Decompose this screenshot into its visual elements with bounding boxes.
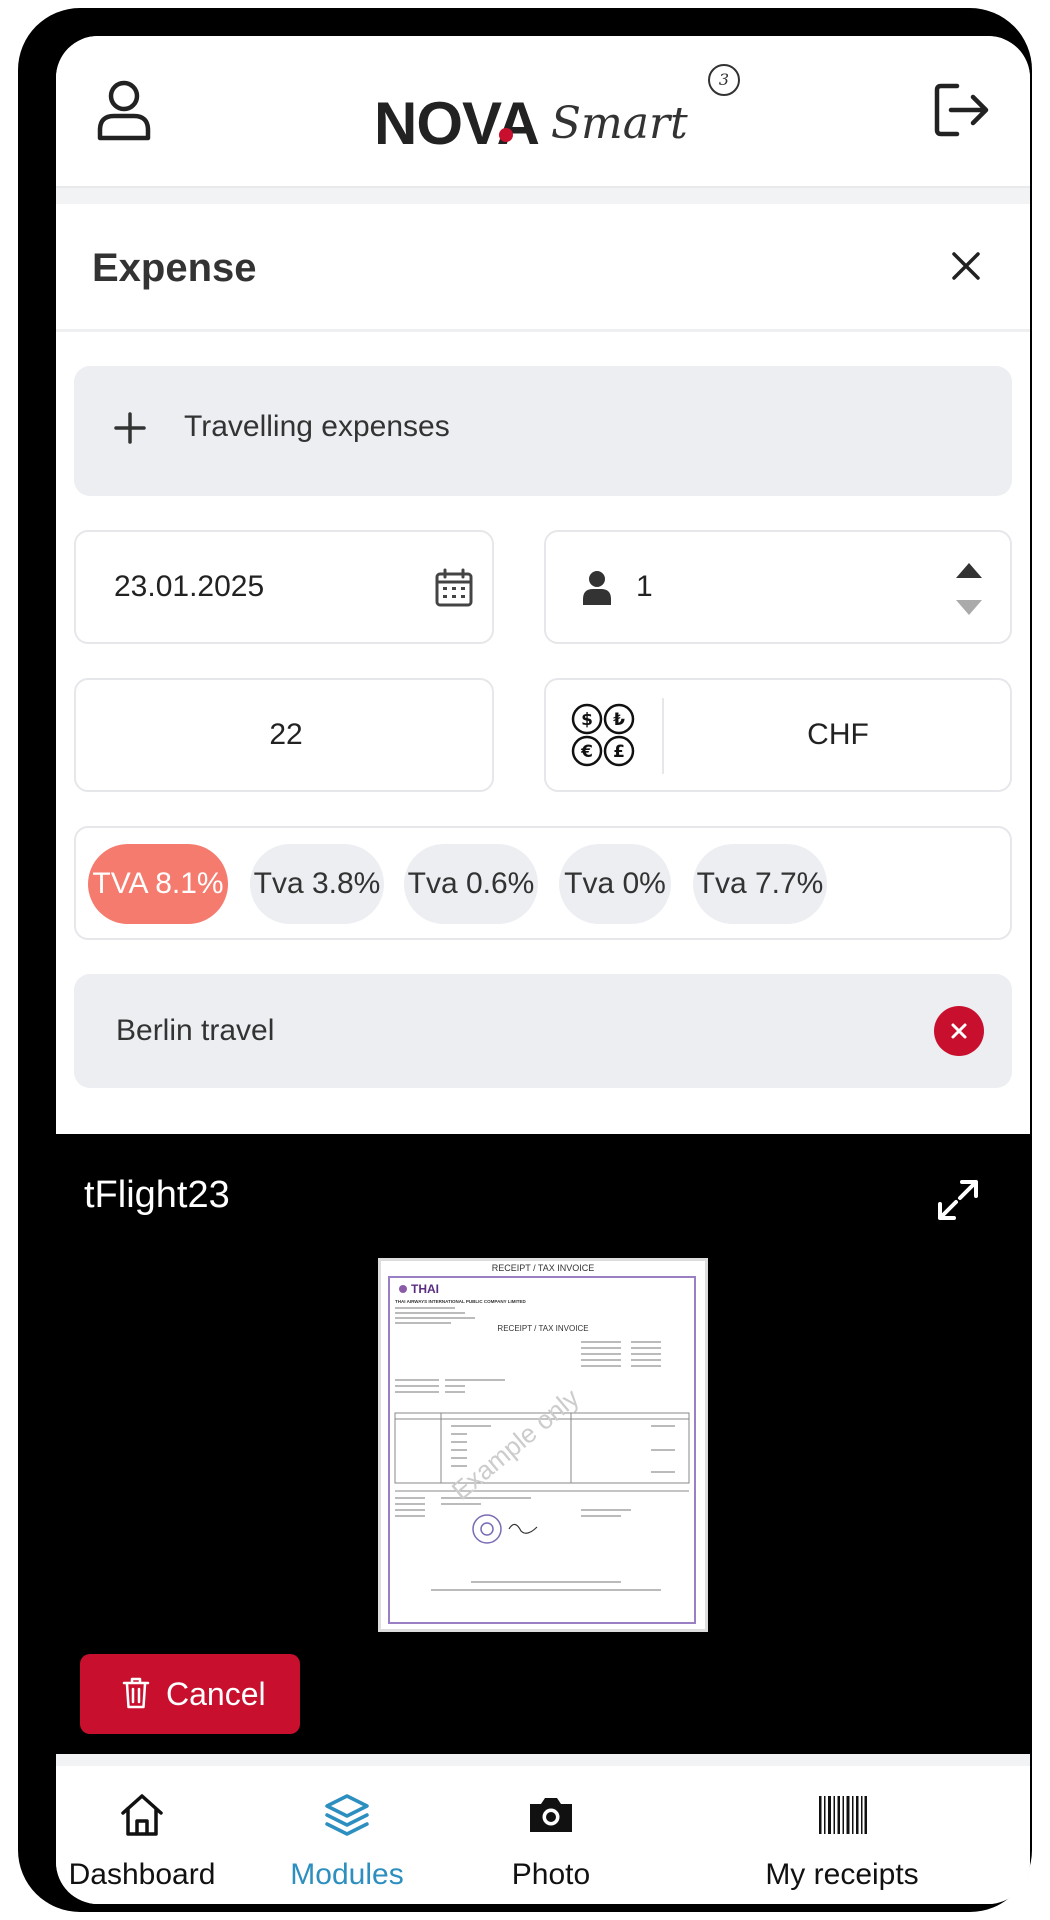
currency-icon[interactable]: $ ₺ € £ <box>570 702 636 768</box>
calendar-icon[interactable] <box>434 568 474 608</box>
logout-icon[interactable] <box>933 80 991 140</box>
category-selector[interactable]: Travelling expenses <box>74 366 1012 496</box>
tva-chip-8-1[interactable]: TVA 8.1% <box>88 844 228 924</box>
nav-photo[interactable]: Photo <box>476 1766 626 1904</box>
attachment-panel: tFlight23 RECEIPT / TAX INVOICE THAI THA… <box>56 1134 1030 1754</box>
currency-field[interactable]: $ ₺ € £ CHF <box>544 678 1012 792</box>
nav-photo-label: Photo <box>511 1858 591 1891</box>
amount-value: 22 <box>269 718 303 751</box>
camera-icon <box>530 1798 572 1832</box>
svg-text:₺: ₺ <box>613 710 625 730</box>
logo-subtext: Smart <box>550 98 688 149</box>
description-field[interactable]: Berlin travel <box>74 974 1012 1088</box>
barcode-icon <box>819 1796 867 1834</box>
tva-chip-7-7[interactable]: Tva 7.7% <box>693 844 827 924</box>
tva-chip-3-8[interactable]: Tva 3.8% <box>250 844 384 924</box>
persons-value: 1 <box>636 570 653 603</box>
home-icon <box>121 1794 163 1836</box>
nav-modules-label: Modules <box>290 1858 404 1891</box>
category-label: Travelling expenses <box>184 410 450 443</box>
currency-value: CHF <box>807 718 869 751</box>
cancel-attachment-button[interactable]: Cancel <box>80 1654 300 1734</box>
close-icon[interactable] <box>946 246 986 286</box>
receipt-title: RECEIPT / TAX INVOICE <box>497 1324 588 1333</box>
plus-icon <box>114 412 146 444</box>
clear-icon <box>951 1023 967 1039</box>
receipt-header: RECEIPT / TAX INVOICE <box>492 1263 595 1273</box>
persons-stepper[interactable]: 1 <box>544 530 1012 644</box>
date-field[interactable]: 23.01.2025 <box>74 530 494 644</box>
header-divider <box>56 186 1030 204</box>
expense-title: Expense <box>92 246 257 290</box>
phone-frame: NOVA Smart 3 Expense Travelling expenses… <box>18 8 1032 1912</box>
date-value: 23.01.2025 <box>114 570 265 603</box>
expense-header: Expense <box>56 204 1030 332</box>
nav-my-receipts-label: My receipts <box>765 1858 919 1891</box>
tva-chip-row[interactable]: TVA 8.1% Tva 3.8% Tva 0.6% Tva 0% Tva 7.… <box>74 826 1012 940</box>
nav-dashboard-label: Dashboard <box>68 1858 216 1891</box>
app-logo: NOVA Smart 3 <box>374 64 740 157</box>
logo-badge: 3 <box>708 64 740 96</box>
svg-text:$: $ <box>581 710 593 730</box>
app-header: NOVA Smart 3 <box>56 36 1030 186</box>
logo-dot <box>498 128 513 142</box>
tva-chip-0-6[interactable]: Tva 0.6% <box>404 844 538 924</box>
nav-dashboard[interactable]: Dashboard <box>56 1766 228 1904</box>
receipt-image: RECEIPT / TAX INVOICE THAI THAI AIRWAYS … <box>381 1261 705 1629</box>
nav-modules[interactable]: Modules <box>262 1766 432 1904</box>
receipt-brand: THAI <box>411 1282 439 1296</box>
svg-text:€: € <box>580 742 593 762</box>
expand-icon[interactable] <box>936 1178 980 1222</box>
layers-icon <box>325 1794 369 1836</box>
tva-chip-0[interactable]: Tva 0% <box>559 844 671 924</box>
nav-my-receipts[interactable]: My receipts <box>670 1766 1014 1904</box>
description-value: Berlin travel <box>116 1014 275 1047</box>
clear-description-button[interactable] <box>934 1006 984 1056</box>
person-icon <box>583 571 611 605</box>
cancel-label: Cancel <box>166 1676 266 1712</box>
amount-field[interactable]: 22 <box>74 678 494 792</box>
receipt-company: THAI AIRWAYS INTERNATIONAL PUBLIC COMPAN… <box>395 1299 527 1304</box>
expense-card: Expense Travelling expenses 23.01.2025 1… <box>56 204 1030 1134</box>
attachment-name: tFlight23 <box>84 1174 230 1216</box>
user-icon[interactable] <box>94 78 154 142</box>
app-screen: NOVA Smart 3 Expense Travelling expenses… <box>56 36 1030 1904</box>
bottom-navigation: Dashboard Modules Photo My receipts <box>56 1754 1030 1904</box>
svg-text:£: £ <box>613 742 625 762</box>
trash-icon <box>122 1677 150 1709</box>
increment-arrow-icon[interactable] <box>954 560 984 580</box>
logo-wordmark: NOVA <box>374 90 540 157</box>
decrement-arrow-icon[interactable] <box>954 598 984 618</box>
receipt-thumbnail[interactable]: RECEIPT / TAX INVOICE THAI THAI AIRWAYS … <box>378 1258 708 1632</box>
